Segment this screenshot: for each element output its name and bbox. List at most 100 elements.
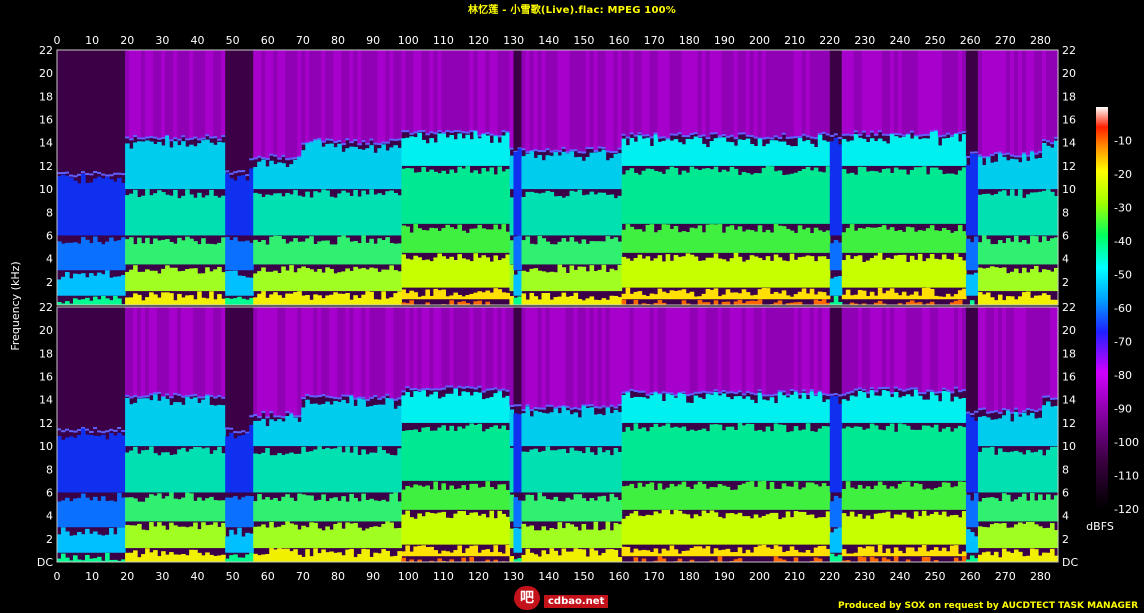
x-tick-top: 120 [468,34,489,47]
y-tick-right: 4 [1062,510,1069,523]
y-tick-right: 22 [1062,301,1076,314]
y-tick-right: 18 [1062,347,1076,360]
x-tick-bottom: 210 [784,570,805,583]
x-tick-top: 240 [889,34,910,47]
y-tick-left: 10 [39,183,53,196]
x-tick-top: 150 [573,34,594,47]
watermark-logo: 吧 cdbao.net [514,586,628,610]
logo-site-text: cdbao.net [544,595,609,608]
x-tick-bottom: 130 [503,570,524,583]
y-tick-left: 18 [39,347,53,360]
x-tick-bottom: 240 [889,570,910,583]
x-tick-top: 20 [120,34,134,47]
colorbar-tick: -100 [1114,436,1139,449]
x-tick-bottom: 250 [925,570,946,583]
x-tick-top: 50 [226,34,240,47]
logo-mark: 吧 [514,586,540,610]
x-tick-top: 270 [995,34,1016,47]
colorbar-tick: -30 [1114,202,1132,215]
x-tick-top: 280 [1030,34,1051,47]
x-tick-top: 230 [854,34,875,47]
credit-text: Produced by SOX on request by AUCDTECT T… [838,601,1138,611]
y-tick-right: 20 [1062,67,1076,80]
x-tick-top: 250 [925,34,946,47]
y-tick-left: 8 [46,206,53,219]
x-tick-bottom: 100 [398,570,419,583]
x-tick-top: 130 [503,34,524,47]
x-tick-bottom: 50 [226,570,240,583]
spectrogram-left-channel [56,49,1059,306]
y-tick-left: 18 [39,90,53,103]
colorbar-tick: -90 [1114,403,1132,416]
x-tick-bottom: 70 [296,570,310,583]
colorbar [1096,107,1108,509]
colorbar-tick: -110 [1114,470,1139,483]
x-tick-bottom: 80 [331,570,345,583]
x-tick-top: 180 [679,34,700,47]
spectrogram-chart: 0 0 10 10 20 20 30 30 40 40 50 50 60 60 70 70 80 80 90 90 10… [9,34,1139,583]
x-tick-bottom: 200 [749,570,770,583]
x-tick-bottom: 10 [85,570,99,583]
x-tick-top: 10 [85,34,99,47]
x-tick-top: 190 [714,34,735,47]
x-tick-bottom: 180 [679,570,700,583]
x-tick-bottom: 160 [608,570,629,583]
y-tick-right: 16 [1062,371,1076,384]
x-tick-bottom: 190 [714,570,735,583]
spectrogram-right-channel [56,306,1059,563]
y-tick-left: 12 [39,417,53,430]
y-tick-left: 14 [39,137,53,150]
y-tick-right: 4 [1062,253,1069,266]
x-tick-top: 110 [433,34,454,47]
y-tick-right: 2 [1062,533,1069,546]
y-tick-left: 14 [39,394,53,407]
colorbar-tick: -60 [1114,302,1132,315]
x-tick-top: 100 [398,34,419,47]
y-tick-left: 2 [46,533,53,546]
x-tick-top: 220 [819,34,840,47]
x-tick-top: 30 [155,34,169,47]
x-tick-top: 90 [366,34,380,47]
y-tick-right: 12 [1062,417,1076,430]
x-tick-top: 60 [261,34,275,47]
x-tick-top: 160 [608,34,629,47]
x-tick-bottom: 30 [155,570,169,583]
y-tick-right: 6 [1062,229,1069,242]
y-tick-left: 20 [39,324,53,337]
y-tick-right: 16 [1062,114,1076,127]
y-tick-right: 10 [1062,183,1076,196]
y-tick-right: 6 [1062,486,1069,499]
colorbar-tick: -50 [1114,269,1132,282]
colorbar-tick: -70 [1114,336,1132,349]
x-tick-top: 170 [644,34,665,47]
x-tick-top: 0 [54,34,61,47]
colorbar-tick: -10 [1114,135,1132,148]
x-tick-top: 140 [538,34,559,47]
y-tick-left: 6 [46,229,53,242]
x-tick-bottom: 270 [995,570,1016,583]
x-tick-top: 200 [749,34,770,47]
y-tick-left: 6 [46,486,53,499]
x-tick-bottom: 120 [468,570,489,583]
x-tick-bottom: 220 [819,570,840,583]
y-tick-right: DC [1062,556,1078,569]
x-tick-bottom: 20 [120,570,134,583]
y-axis-label: Frequency (kHz) [9,261,22,350]
y-tick-left: 8 [46,463,53,476]
x-tick-bottom: 260 [960,570,981,583]
y-tick-right: 20 [1062,324,1076,337]
y-tick-left: 22 [39,44,53,57]
y-tick-left: 20 [39,67,53,80]
y-tick-left: 4 [46,510,53,523]
x-tick-bottom: 170 [644,570,665,583]
y-tick-right: 8 [1062,206,1069,219]
y-tick-right: 22 [1062,44,1076,57]
y-tick-right: 8 [1062,463,1069,476]
y-tick-right: 18 [1062,90,1076,103]
colorbar-tick: -20 [1114,168,1132,181]
x-tick-bottom: 40 [190,570,204,583]
y-tick-left: 16 [39,114,53,127]
x-tick-bottom: 90 [366,570,380,583]
x-tick-top: 70 [296,34,310,47]
x-tick-bottom: 110 [433,570,454,583]
